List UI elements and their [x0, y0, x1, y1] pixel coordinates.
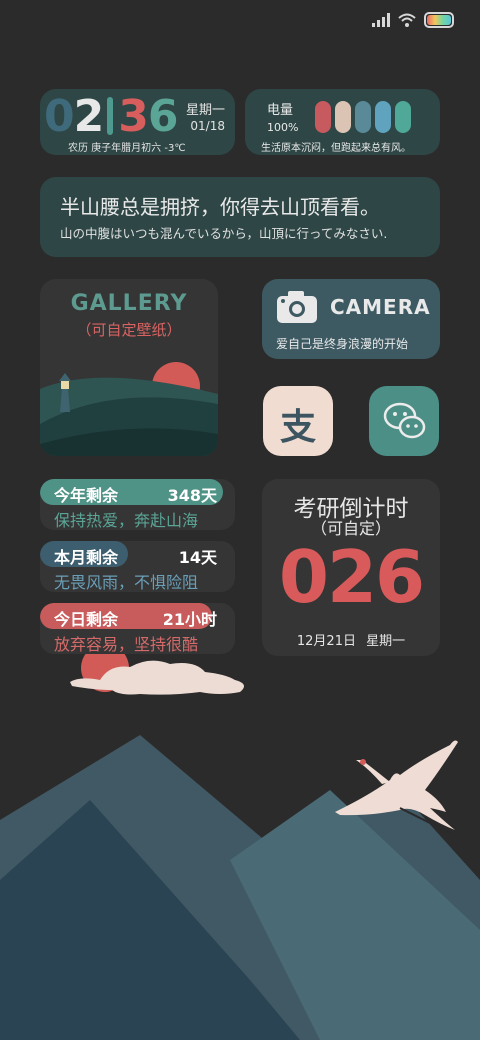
- gallery-landscape-image: [40, 362, 218, 456]
- wechat-app-icon[interactable]: [369, 386, 439, 456]
- month-countdown-widget[interactable]: 本月剩余 14天 无畏风雨，不惧险阻: [40, 541, 235, 592]
- clock-weekday: 星期一: [185, 103, 225, 118]
- alipay-icon: 支: [279, 407, 316, 448]
- day-countdown-widget[interactable]: 今日剩余 21小时 放弃容易，坚持很酷: [40, 603, 235, 654]
- battery-icon: [424, 12, 454, 28]
- year-countdown-label: 今年剩余: [54, 486, 119, 505]
- clock-minute-ones: 6: [147, 91, 179, 142]
- clock-date: 01/18: [190, 119, 225, 133]
- exam-date: 12月21日 星期一: [296, 634, 406, 649]
- camera-subtitle: 爱自己是终身浪漫的开始: [276, 337, 409, 351]
- clock-minute-tens: 3: [118, 91, 149, 142]
- year-countdown-value: 348天: [167, 486, 217, 505]
- battery-subtitle: 生活原本沉闷，但跑起来总有风。: [261, 143, 411, 154]
- wifi-icon: [398, 13, 416, 27]
- battery-widget[interactable]: 电量 100% 生活原本沉闷，但跑起来总有风。: [245, 89, 440, 155]
- day-countdown-motto: 放弃容易，坚持很酷: [54, 635, 199, 654]
- alipay-app-icon[interactable]: 支: [263, 386, 333, 456]
- battery-pill: [315, 101, 331, 133]
- battery-pill: [335, 101, 351, 133]
- month-countdown-value: 14天: [178, 548, 217, 567]
- signal-icon: [372, 13, 390, 27]
- exam-countdown-widget[interactable]: 考研倒计时 （可自定） 026 12月21日 星期一: [262, 479, 440, 656]
- month-countdown-label: 本月剩余: [54, 548, 119, 567]
- camera-icon: [277, 291, 317, 323]
- gallery-widget[interactable]: GALLERY （可自定壁纸）: [40, 279, 218, 456]
- clock-separator: [107, 97, 114, 135]
- gallery-title: GALLERY: [70, 291, 188, 316]
- camera-widget[interactable]: CAMERA 爱自己是终身浪漫的开始: [262, 279, 440, 359]
- camera-title: CAMERA: [330, 295, 431, 319]
- clock-lunar-weather: 农历 庚子年腊月初六 -3℃: [68, 143, 186, 154]
- battery-pill: [395, 101, 411, 133]
- battery-pill: [355, 101, 371, 133]
- exam-days-number: 026: [278, 535, 425, 619]
- clock-hour-ones: 2: [73, 91, 105, 142]
- day-countdown-value: 21小时: [162, 610, 217, 629]
- status-bar: [372, 10, 454, 30]
- battery-pills: [315, 101, 411, 133]
- month-countdown-motto: 无畏风雨，不惧险阻: [54, 573, 199, 592]
- clock-hour-tens: 0: [44, 91, 75, 142]
- battery-pill: [375, 101, 391, 133]
- clock-digits: 02 36: [44, 93, 178, 141]
- quote-japanese: 山の中腹はいつも混んでいるから，山頂に行ってみなさい.: [60, 226, 388, 241]
- wechat-icon: [383, 402, 426, 439]
- year-countdown-widget[interactable]: 今年剩余 348天 保持热爱，奔赴山海: [40, 479, 235, 530]
- gallery-subtitle: （可自定壁纸）: [76, 321, 182, 339]
- quote-widget[interactable]: 半山腰总是拥挤，你得去山顶看看。 山の中腹はいつも混んでいるから，山頂に行ってみ…: [40, 177, 440, 257]
- battery-percent: 100%: [267, 121, 299, 134]
- clock-widget[interactable]: 02 36 星期一 01/18 农历 庚子年腊月初六 -3℃: [40, 89, 235, 155]
- quote-chinese: 半山腰总是拥挤，你得去山顶看看。: [60, 195, 380, 219]
- battery-label: 电量: [267, 103, 294, 118]
- day-countdown-label: 今日剩余: [54, 610, 119, 629]
- year-countdown-motto: 保持热爱，奔赴山海: [54, 511, 199, 530]
